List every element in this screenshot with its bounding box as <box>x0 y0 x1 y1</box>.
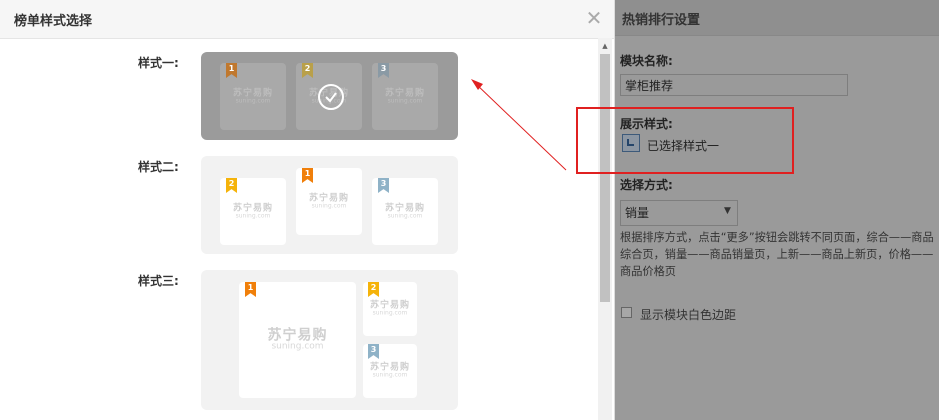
module-name-label: 模块名称: <box>620 54 673 68</box>
style-3-tile-bottom: 3 苏宁易购 suning.com <box>363 344 417 398</box>
rank-3-badge: 3 <box>368 344 379 359</box>
scroll-up-arrow-icon[interactable]: ▲ <box>598 40 612 52</box>
module-name-input[interactable]: 掌柜推荐 <box>620 74 848 96</box>
style-2-tile-left: 2 苏宁易购 suning.com <box>220 178 286 245</box>
brand-logo: 苏宁易购 suning.com <box>308 193 349 209</box>
style-1-card[interactable]: 1 苏宁易购 suning.com 2 苏宁易购 suning.com 3 苏宁… <box>201 52 458 140</box>
rank-3-badge: 3 <box>378 63 389 78</box>
rank-2-badge: 2 <box>226 178 237 193</box>
style-3-tile-large: 1 苏宁易购 suning.com <box>239 282 356 398</box>
style-2-tile-center: 1 苏宁易购 suning.com <box>296 168 362 235</box>
panel-title: 热销排行设置 <box>622 13 701 28</box>
brand-logo: 苏宁易购 suning.com <box>369 362 410 379</box>
rank-3-badge: 3 <box>378 178 389 193</box>
sort-description: 根据排序方式，点击“更多”按钮会跳转不同页面，综合——商品综合页，销量——商品销… <box>620 231 934 278</box>
select-method-label: 选择方式: <box>620 178 673 192</box>
white-margin-label: 显示模块白色边距 <box>640 308 737 322</box>
rank-1-badge: 1 <box>245 282 256 297</box>
check-circle-icon <box>318 84 344 110</box>
rank-2-badge: 2 <box>368 282 379 297</box>
rank-1-badge: 1 <box>226 63 237 78</box>
style-3-tile-top: 2 苏宁易购 suning.com <box>363 282 417 336</box>
rank-1-badge: 1 <box>302 168 313 183</box>
dropdown-arrow-icon[interactable]: ▼ <box>724 206 731 216</box>
brand-logo: 苏宁易购 suning.com <box>267 327 328 352</box>
style-2-label: 样式二: <box>138 160 179 174</box>
scrollbar-thumb[interactable] <box>600 54 610 302</box>
white-margin-checkbox[interactable] <box>621 307 632 318</box>
style-2-card[interactable]: 2 苏宁易购 suning.com 1 苏宁易购 suning.com 3 苏宁… <box>201 156 458 254</box>
brand-logo: 苏宁易购 suning.com <box>232 203 273 219</box>
dialog-title: 榜单样式选择 <box>14 14 93 29</box>
dialog-header <box>0 0 614 39</box>
brand-logo: 苏宁易购 suning.com <box>369 300 410 317</box>
brand-logo: 苏宁易购 suning.com <box>384 88 425 104</box>
style-1-tile-3: 3 苏宁易购 suning.com <box>372 63 438 130</box>
brand-logo: 苏宁易购 suning.com <box>384 203 425 219</box>
style-3-label: 样式三: <box>138 274 179 288</box>
style-1-label: 样式一: <box>138 56 179 70</box>
brand-logo: 苏宁易购 suning.com <box>232 88 273 104</box>
sort-method-select[interactable]: 销量 <box>620 200 738 226</box>
close-icon[interactable]: ✕ <box>584 8 604 28</box>
style-3-card[interactable]: 1 苏宁易购 suning.com 2 苏宁易购 suning.com 3 苏宁… <box>201 270 458 410</box>
style-2-tile-right: 3 苏宁易购 suning.com <box>372 178 438 245</box>
annotation-highlight-box <box>576 107 794 174</box>
style-1-tile-1: 1 苏宁易购 suning.com <box>220 63 286 130</box>
rank-2-badge: 2 <box>302 63 313 78</box>
